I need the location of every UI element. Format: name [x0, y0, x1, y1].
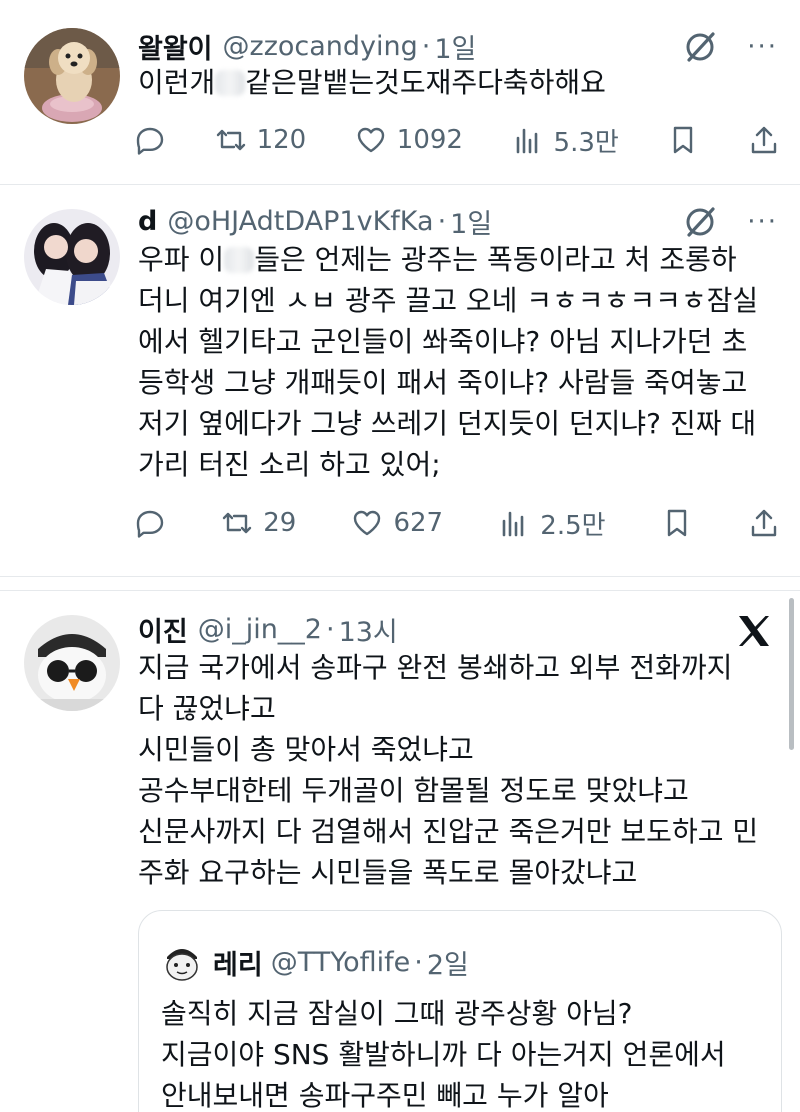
timestamp[interactable]: 1일: [434, 27, 476, 66]
quoted-text-line: 솔직히 지금 잠실이 그때 광주상황 아님?: [161, 997, 633, 1030]
user-handle[interactable]: @i_jin__2: [198, 614, 322, 645]
text-segment: 같은말뱉는것도재주다축하해요: [245, 66, 606, 99]
tweet-text-line: 다 끊었냐고: [138, 692, 276, 725]
tweet-header: 이진 @i_jin__2 · 13시: [138, 609, 398, 649]
bookmark-button[interactable]: [667, 124, 699, 156]
redacted-blur: [215, 70, 246, 96]
two-people-avatar-image: [24, 209, 120, 305]
view-count: 5.3만: [553, 127, 619, 158]
puppy-avatar-image: [24, 28, 120, 124]
text-segment: 들은 언제는 광주는 폭동이라고 처 조롱하: [254, 243, 737, 276]
more-options-icon[interactable]: ···: [747, 34, 778, 60]
tweet-text-line: 등학생 그냥 개패듯이 패서 죽이냐? 사람들 죽여놓고: [138, 366, 748, 399]
grok-icon[interactable]: [683, 30, 717, 64]
tweet-top-icons: ···: [683, 205, 778, 239]
bookmark-icon: [667, 509, 686, 537]
bookmark-button[interactable]: [661, 507, 693, 539]
quoted-text-line: 지금이야 SNS 활발하니까 다 아는거지 언론에서: [161, 1038, 726, 1071]
quoted-user-handle[interactable]: @TTYoflife: [271, 947, 411, 978]
tweet-text-line: 우파 이 들은 언제는 광주는 폭동이라고 처 조롱하: [138, 239, 778, 280]
more-options-icon[interactable]: ···: [747, 209, 778, 235]
scrollbar[interactable]: [789, 598, 794, 750]
like-count: 1092: [396, 125, 463, 155]
tweet-text-line: 저기 옆에다가 그냥 쓰레기 던지듯이 던지냐? 진짜 대: [138, 407, 757, 440]
character-avatar-image: [161, 941, 203, 983]
text-segment: 우파 이: [138, 243, 225, 276]
tweet-text: 지금 국가에서 송파구 완전 봉쇄하고 외부 전화까지 다 끊었냐고 시민들이 …: [138, 647, 778, 893]
avatar[interactable]: [24, 615, 120, 711]
tweet-header: 왈왈이 @zzocandying · 1일: [138, 26, 476, 66]
tweet-text-line: 가리 터진 소리 하고 있어;: [138, 448, 441, 481]
timestamp[interactable]: 13시: [339, 610, 398, 649]
tweet-actions: 120 1092 5.3만: [134, 118, 780, 162]
x-logo-icon[interactable]: [736, 613, 772, 649]
retweet-count: 29: [263, 508, 297, 538]
tweet-top-icons: ···: [683, 30, 778, 64]
quoted-text-line: 안내보내면 송파구주민 빼고 누가 알아: [161, 1079, 609, 1112]
tweet-text-line: 더니 여기엔 ㅅㅂ 광주 끌고 오네 ㅋㅎㅋㅎㅋㅋㅎ잠실: [138, 284, 759, 317]
avatar[interactable]: [24, 28, 120, 124]
quoted-tweet[interactable]: 레리 @TTYoflife · 2일 솔직히 지금 잠실이 그때 광주상황 아님…: [138, 910, 782, 1112]
like-button[interactable]: 627: [351, 507, 443, 539]
like-button[interactable]: 1092: [355, 124, 463, 156]
quoted-display-name[interactable]: 레리: [213, 943, 263, 982]
bookmark-icon: [674, 126, 693, 154]
retweet-button[interactable]: 29: [221, 507, 296, 539]
quoted-tweet-text: 솔직히 지금 잠실이 그때 광주상황 아님? 지금이야 SNS 활발하니까 다 …: [161, 993, 726, 1112]
tweet-header: d @oHJAdtDAP1vKfKa · 1일: [138, 201, 492, 241]
tweet-text-line: 에서 헬기타고 군인들이 쏴죽이냐? 아님 지나가던 초: [138, 325, 748, 358]
redacted-blur: [224, 247, 255, 273]
retweet-count: 120: [256, 125, 307, 155]
avatar[interactable]: [24, 209, 120, 305]
heart-icon: [357, 127, 384, 153]
quoted-timestamp[interactable]: 2일: [427, 943, 469, 982]
snowman-avatar-image: [24, 615, 120, 711]
reply-button[interactable]: [134, 507, 166, 539]
views-button[interactable]: 2.5만: [498, 505, 606, 542]
display-name[interactable]: d: [138, 206, 157, 237]
reply-icon: [136, 127, 164, 155]
analytics-icon: [502, 511, 524, 537]
share-icon: [751, 509, 777, 537]
share-icon: [751, 126, 777, 154]
reply-icon: [136, 510, 164, 538]
reply-button[interactable]: [134, 124, 166, 156]
tweet-1[interactable]: 왈왈이 @zzocandying · 1일 ··· 이런개 같은말뱉는것도재주다축…: [0, 0, 800, 184]
tweet-divider: [0, 576, 800, 577]
views-button[interactable]: 5.3만: [512, 122, 619, 159]
analytics-icon: [516, 128, 537, 154]
like-count: 627: [393, 508, 444, 538]
display-name[interactable]: 이진: [138, 610, 188, 649]
retweet-icon: [222, 512, 252, 534]
tweet-text-line: 이런개 같은말뱉는것도재주다축하해요: [138, 62, 778, 103]
separator-dot: ·: [414, 946, 423, 978]
separator-dot: ·: [421, 30, 431, 62]
separator-dot: ·: [437, 205, 447, 237]
heart-icon: [354, 510, 381, 536]
user-handle[interactable]: @zzocandying: [223, 31, 418, 62]
user-handle[interactable]: @oHJAdtDAP1vKfKa: [167, 206, 433, 237]
retweet-icon: [216, 129, 245, 151]
tweet-text: 이런개 같은말뱉는것도재주다축하해요: [138, 62, 778, 103]
tweet-text-line: 지금 국가에서 송파구 완전 봉쇄하고 외부 전화까지: [138, 651, 733, 684]
grok-icon[interactable]: [683, 205, 717, 239]
quoted-avatar[interactable]: [161, 941, 203, 983]
separator-dot: ·: [325, 613, 335, 645]
retweet-button[interactable]: 120: [215, 124, 307, 156]
tweet-text-line: 신문사까지 다 검열해서 진압군 죽은거만 보도하고 민: [138, 815, 759, 848]
tweet-text-line: 주화 요구하는 시민들을 폭도로 몰아갔냐고: [138, 856, 638, 889]
tweet-text-line: 공수부대한테 두개골이 함몰될 정도로 맞았냐고: [138, 774, 689, 807]
tweet-2[interactable]: d @oHJAdtDAP1vKfKa · 1일 ··· 우파 이 들은 언제는 광…: [0, 185, 800, 575]
display-name[interactable]: 왈왈이: [138, 27, 213, 66]
tweet-actions: 29 627 2.5만: [134, 501, 780, 545]
tweet-text: 우파 이 들은 언제는 광주는 폭동이라고 처 조롱하 더니 여기엔 ㅅㅂ 광주 …: [138, 239, 778, 485]
quoted-tweet-header: 레리 @TTYoflife · 2일: [213, 941, 469, 983]
tweet-text-line: 시민들이 총 맞아서 죽었냐고: [138, 733, 474, 766]
text-segment: 이런개: [138, 66, 216, 99]
share-button[interactable]: [748, 124, 780, 156]
share-button[interactable]: [748, 507, 780, 539]
timestamp[interactable]: 1일: [450, 202, 492, 241]
view-count: 2.5만: [540, 510, 606, 541]
